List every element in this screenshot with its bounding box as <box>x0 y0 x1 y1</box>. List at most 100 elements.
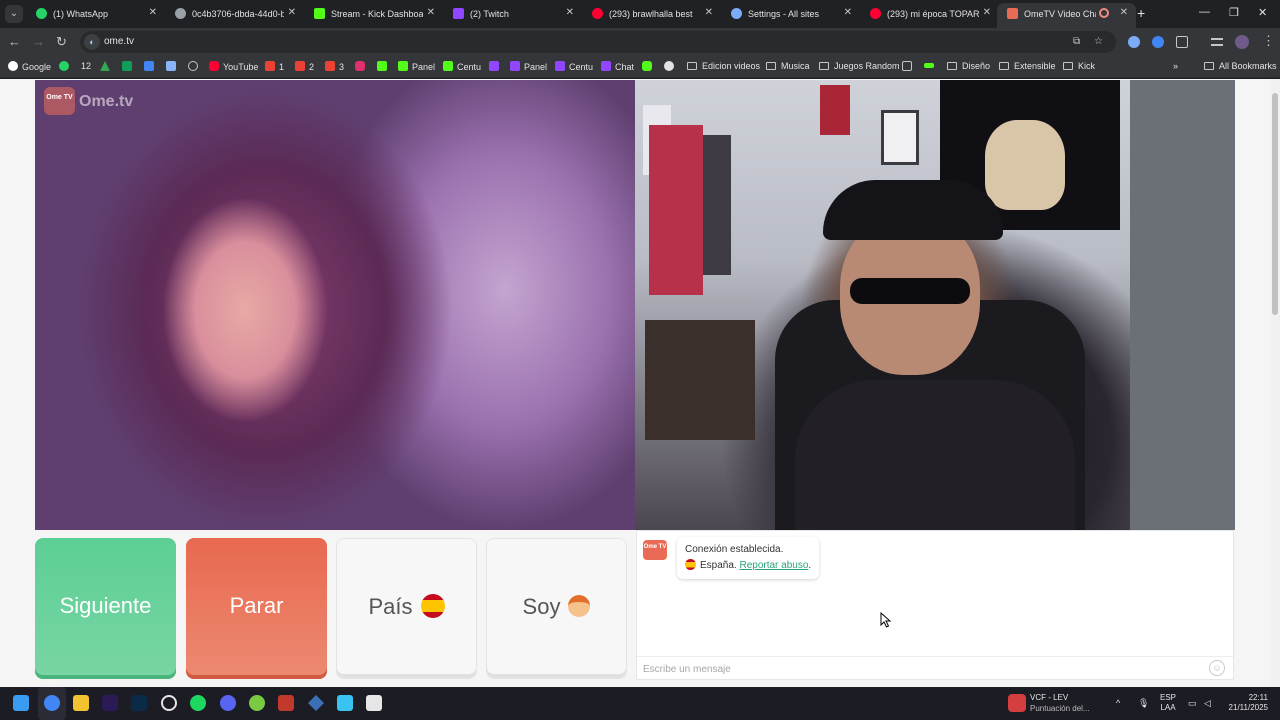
close-tab-icon[interactable]: ✕ <box>149 7 157 18</box>
restore-icon[interactable]: ❐ <box>1229 6 1239 19</box>
language-indicator[interactable]: ESP LAA <box>1160 693 1176 713</box>
extension-icon[interactable] <box>1128 36 1140 48</box>
tab-uuid[interactable]: 0c4b3706-dbda-44d0-ba ✕ <box>165 3 304 25</box>
discord-icon[interactable] <box>220 695 236 711</box>
bookmark-twitch-centu[interactable]: Centu <box>555 61 593 73</box>
bookmark-folder-musica[interactable]: Musica <box>766 61 810 73</box>
reload-icon[interactable]: ↻ <box>56 34 67 50</box>
bookmark-gmail-1[interactable]: 1 <box>265 61 284 73</box>
message-input[interactable] <box>643 661 1183 677</box>
premiere-icon[interactable] <box>102 695 118 711</box>
spotify-icon[interactable] <box>190 695 206 711</box>
bookmarks-bar: Google 12 YouTube 1 2 3 Panel Centu Pane… <box>0 56 1280 78</box>
install-app-icon[interactable]: ⧉ <box>1073 36 1080 47</box>
tab-youtube-topardo[interactable]: (293) mi época TOPARDO ✕ <box>860 3 999 25</box>
bookmark-folder-edicion[interactable]: Edicion videos <box>687 61 760 73</box>
bookmark-whatsapp[interactable] <box>59 61 73 73</box>
tab-kick-dashboard[interactable]: Stream - Kick Dashboard ✕ <box>304 3 443 25</box>
gender-button[interactable]: Soy <box>486 538 627 679</box>
bookmark-discord[interactable] <box>664 61 678 73</box>
bookmark-folder-juegos[interactable]: Juegos Random <box>819 61 900 73</box>
tab-search-icon[interactable]: ⌄ <box>5 5 23 23</box>
close-tab-icon[interactable]: ✕ <box>983 7 991 18</box>
tray-overflow-icon[interactable]: ^ <box>1116 698 1120 708</box>
notepad-icon[interactable] <box>337 695 353 711</box>
close-tab-icon[interactable]: ✕ <box>427 7 435 18</box>
obs-icon[interactable] <box>161 695 177 711</box>
close-window-icon[interactable]: ✕ <box>1258 6 1267 19</box>
bookmark-kick-panel[interactable]: Panel <box>398 61 435 73</box>
bookmark-12[interactable]: 12 <box>81 61 91 73</box>
bookmark-folder-diseno[interactable]: Diseño <box>947 61 990 73</box>
back-icon[interactable]: ← <box>8 34 21 49</box>
minimize-icon[interactable]: — <box>1199 6 1210 18</box>
close-tab-icon[interactable]: ✕ <box>705 7 713 18</box>
bookmark-instagram[interactable] <box>355 61 369 73</box>
file-explorer-icon[interactable] <box>73 695 89 711</box>
bookmark-all[interactable]: All Bookmarks <box>1204 61 1277 73</box>
extension-icon[interactable] <box>1152 36 1164 48</box>
network-icon[interactable]: ▭ <box>1188 698 1197 709</box>
twitch-icon <box>489 61 499 71</box>
system-clock[interactable]: 22:11 21/11/2025 <box>1224 693 1268 713</box>
bookmarks-overflow-icon[interactable]: » <box>1173 61 1178 73</box>
bookmark-twitch-panel[interactable]: Panel <box>510 61 547 73</box>
scrollbar-thumb[interactable] <box>1272 93 1278 315</box>
url-text[interactable]: ome.tv <box>104 36 134 47</box>
bookmark-kick[interactable] <box>377 61 391 73</box>
bookmark-twitch[interactable] <box>489 61 503 73</box>
close-tab-icon[interactable]: ✕ <box>566 7 574 18</box>
bookmark-folder-kick[interactable]: Kick <box>1063 61 1095 73</box>
emoji-icon[interactable]: ☺ <box>1209 660 1225 676</box>
address-bar[interactable]: ◐ ome.tv ⧉ ☆ <box>80 31 1116 53</box>
bookmark-green-app[interactable] <box>642 61 656 73</box>
bookmark-link[interactable] <box>924 61 938 73</box>
now-playing-widget[interactable]: VCF - LEV Puntuación del... <box>1008 692 1108 716</box>
tab-search-icon[interactable] <box>1211 38 1223 46</box>
app-icon[interactable] <box>308 695 324 711</box>
bookmark-translate[interactable] <box>144 61 158 73</box>
photoshop-icon[interactable] <box>131 695 147 711</box>
bookmark-trash[interactable] <box>902 61 916 73</box>
country-button[interactable]: País <box>336 538 477 679</box>
microphone-icon[interactable]: 🎙 <box>1138 698 1149 709</box>
extensions-puzzle-icon[interactable] <box>1176 36 1188 48</box>
bookmark-star-icon[interactable]: ☆ <box>1094 36 1103 47</box>
forward-icon[interactable]: → <box>32 34 45 49</box>
volume-icon[interactable]: ◁ <box>1204 698 1211 709</box>
tab-ometv[interactable]: OmeTV Video Chat - ✕ <box>997 3 1136 28</box>
bookmark-calendar[interactable] <box>166 61 180 73</box>
page-scrollbar[interactable] <box>1270 79 1280 687</box>
folder-icon <box>999 62 1009 70</box>
next-button[interactable]: Siguiente <box>35 538 176 679</box>
chrome-icon[interactable] <box>44 695 60 711</box>
bookmark-sheets[interactable] <box>122 61 136 73</box>
close-tab-icon[interactable]: ✕ <box>1120 7 1128 18</box>
bookmark-kick-centu[interactable]: Centu <box>443 61 481 73</box>
bookmark-drive[interactable] <box>100 61 114 73</box>
site-info-icon[interactable]: ◐ <box>84 34 100 50</box>
tab-settings[interactable]: Settings - All sites ✕ <box>721 3 860 25</box>
menu-dots-icon[interactable]: ⋮ <box>1262 33 1275 49</box>
tab-twitch[interactable]: (2) Twitch ✕ <box>443 3 582 25</box>
bookmark-twitch-chat[interactable]: Chat <box>601 61 634 73</box>
app-icon[interactable] <box>366 695 382 711</box>
close-tab-icon[interactable]: ✕ <box>844 7 852 18</box>
bookmark-gmail-3[interactable]: 3 <box>325 61 344 73</box>
bookmark-folder-extensible[interactable]: Extensible <box>999 61 1056 73</box>
close-tab-icon[interactable]: ✕ <box>288 7 296 18</box>
profile-avatar[interactable] <box>1235 35 1249 49</box>
bookmark-google[interactable]: Google <box>8 61 51 73</box>
stop-button[interactable]: Parar <box>186 538 327 679</box>
app-icon[interactable] <box>249 695 265 711</box>
app-icon[interactable] <box>278 695 294 711</box>
keyboard-layout: LAA <box>1160 703 1176 712</box>
report-abuse-link[interactable]: Reportar abuso <box>739 560 808 571</box>
tab-whatsapp[interactable]: (1) WhatsApp ✕ <box>26 3 165 25</box>
windows-start-icon[interactable] <box>13 695 29 711</box>
bookmark-gmail-2[interactable]: 2 <box>295 61 314 73</box>
bookmark-youtube[interactable]: YouTube <box>209 61 258 73</box>
new-tab-button[interactable]: + <box>1137 5 1145 21</box>
tab-youtube-brawlhalla[interactable]: (293) brawlhalla best ✕ <box>582 3 721 25</box>
bookmark-openai[interactable] <box>188 61 202 73</box>
